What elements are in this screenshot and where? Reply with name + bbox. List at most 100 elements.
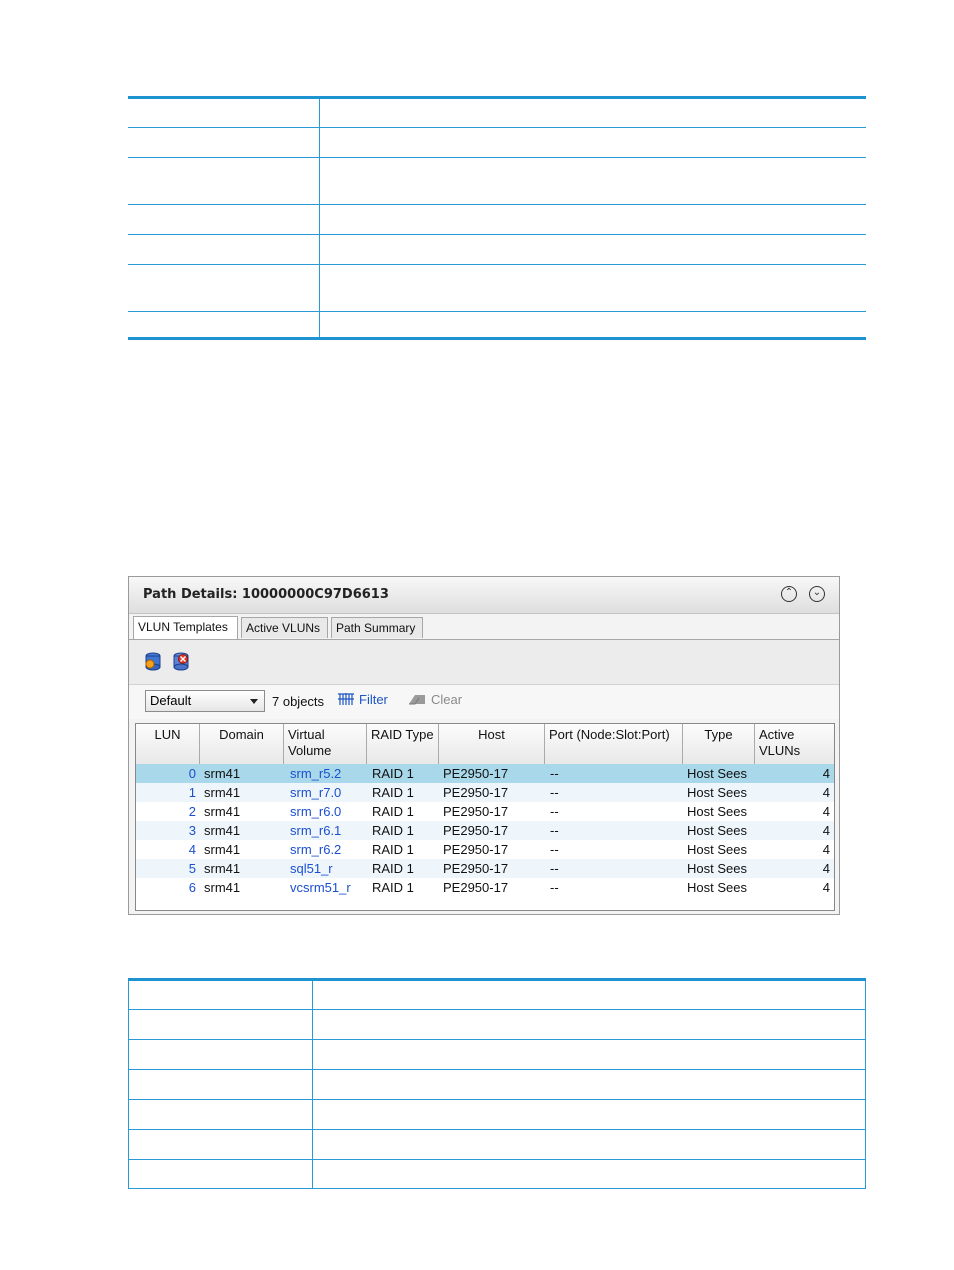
table-row[interactable]: 1 srm41 srm_r7.0 RAID 1 PE2950-17 -- Host Sees… [136, 783, 834, 802]
cell-volume[interactable]: srm_r7.0 [290, 783, 370, 802]
filter-bar: Default 7 objects Filter Clear [129, 685, 839, 719]
cell-domain: srm41 [204, 804, 241, 819]
cell-raid: RAID 1 [372, 823, 414, 838]
cell-domain: srm41 [204, 766, 241, 781]
table-cell [319, 234, 866, 265]
table-cell [128, 234, 320, 265]
table-row[interactable]: 5 srm41 sql51_r RAID 1 PE2950-17 -- Host Sees 4 [136, 859, 834, 878]
filter-button-label: Filter [359, 692, 388, 707]
object-count: 7 objects [272, 694, 325, 709]
cell-lun[interactable]: 5 [136, 859, 196, 878]
cell-lun[interactable]: 1 [136, 783, 196, 802]
column-header-virtual-volume[interactable]: Virtual Volume [284, 724, 367, 764]
table-row[interactable]: 6 srm41 vcsrm51_r RAID 1 PE2950-17 -- Host See… [136, 878, 834, 897]
table-row[interactable]: 2 srm41 srm_r6.0 RAID 1 PE2950-17 -- Host Sees… [136, 802, 834, 821]
table-row[interactable]: 3 srm41 srm_r6.1 RAID 1 PE2950-17 -- Host Sees… [136, 821, 834, 840]
table-row[interactable]: 0 srm41 srm_r5.2 RAID 1 PE2950-17 -- Host Sees… [136, 764, 834, 783]
remove-vlun-icon[interactable] [172, 652, 190, 672]
cell-port: -- [550, 861, 559, 876]
cell-active: 4 [822, 804, 830, 819]
table-cell [319, 157, 866, 205]
cell-active: 4 [822, 785, 830, 800]
column-header-label: Virtual Volume [288, 727, 332, 758]
table-cell [128, 264, 320, 312]
table-cell [128, 1039, 313, 1070]
tab-active-vluns[interactable]: Active VLUNs [241, 617, 328, 638]
cell-host: PE2950-17 [443, 785, 509, 800]
table-cell [128, 127, 320, 158]
tab-vlun-templates[interactable]: VLUN Templates [133, 616, 238, 639]
column-header-label: Active VLUNs [759, 727, 801, 758]
table-cell [312, 1069, 866, 1100]
table-cell [312, 979, 866, 1010]
vlun-templates-grid: LUN Domain Virtual Volume RAID Type Host… [135, 723, 835, 911]
tab-path-summary[interactable]: Path Summary [331, 617, 423, 638]
cell-active: 4 [822, 880, 830, 895]
cell-host: PE2950-17 [443, 880, 509, 895]
cell-domain: srm41 [204, 785, 241, 800]
table-cell [319, 204, 866, 235]
clear-button-label: Clear [431, 692, 463, 707]
chevron-down-icon [250, 699, 258, 704]
table-cell [128, 1159, 313, 1189]
cell-volume[interactable]: srm_r6.1 [290, 821, 370, 840]
create-vlun-icon[interactable] [144, 652, 162, 672]
table-cell [128, 1129, 313, 1160]
column-header-active-vluns[interactable]: Active VLUNs [755, 724, 834, 764]
table-cell [128, 157, 320, 205]
collapse-up-icon[interactable]: ⌃ [781, 586, 797, 602]
table-cell [128, 97, 320, 128]
cell-domain: srm41 [204, 861, 241, 876]
column-header-lun[interactable]: LUN [136, 724, 200, 764]
cell-active: 4 [822, 823, 830, 838]
cell-volume[interactable]: srm_r6.0 [290, 802, 370, 821]
cell-lun[interactable]: 0 [136, 764, 196, 783]
cell-type: Host Sees [687, 766, 747, 781]
cell-raid: RAID 1 [372, 880, 414, 895]
table-cell [128, 1009, 313, 1040]
column-header-type[interactable]: Type [683, 724, 755, 764]
cell-volume[interactable]: vcsrm51_r [290, 878, 370, 897]
path-details-panel: Path Details: 10000000C97D6613 ⌃ ⌄ VLUN … [128, 576, 840, 915]
cell-host: PE2950-17 [443, 842, 509, 857]
table-cell [128, 979, 313, 1010]
cell-type: Host Sees [687, 880, 747, 895]
column-header-raid-type[interactable]: RAID Type [367, 724, 439, 764]
panel-title: Path Details: 10000000C97D6613 [143, 587, 389, 602]
cell-lun[interactable]: 6 [136, 878, 196, 897]
table-cell [312, 1039, 866, 1070]
table-row[interactable]: 4 srm41 srm_r6.2 RAID 1 PE2950-17 -- Host Sees… [136, 840, 834, 859]
column-header-host[interactable]: Host [439, 724, 545, 764]
column-header-domain[interactable]: Domain [200, 724, 284, 764]
table-cell [312, 1159, 866, 1189]
cell-port: -- [550, 823, 559, 838]
table-cell [128, 311, 320, 339]
filter-button[interactable]: Filter [337, 692, 388, 707]
cell-lun[interactable]: 3 [136, 821, 196, 840]
cell-active: 4 [822, 766, 830, 781]
eraser-icon [409, 695, 425, 705]
cell-raid: RAID 1 [372, 861, 414, 876]
clear-button[interactable]: Clear [407, 692, 462, 707]
view-select[interactable]: Default [145, 690, 265, 712]
grid-header: LUN Domain Virtual Volume RAID Type Host… [136, 724, 834, 765]
cell-domain: srm41 [204, 842, 241, 857]
cell-raid: RAID 1 [372, 766, 414, 781]
cell-volume[interactable]: srm_r5.2 [290, 764, 370, 783]
table-cell [319, 127, 866, 158]
cell-raid: RAID 1 [372, 842, 414, 857]
cell-port: -- [550, 766, 559, 781]
doc-table-bottom [128, 978, 866, 1189]
cell-host: PE2950-17 [443, 804, 509, 819]
cell-active: 4 [822, 842, 830, 857]
cell-lun[interactable]: 2 [136, 802, 196, 821]
cell-volume[interactable]: sql51_r [290, 859, 370, 878]
cell-lun[interactable]: 4 [136, 840, 196, 859]
cell-port: -- [550, 880, 559, 895]
expand-down-icon[interactable]: ⌄ [809, 586, 825, 602]
table-cell [319, 264, 866, 312]
cell-volume[interactable]: srm_r6.2 [290, 840, 370, 859]
column-header-port[interactable]: Port (Node:Slot:Port) [545, 724, 683, 764]
cell-host: PE2950-17 [443, 766, 509, 781]
toolbar [129, 640, 839, 685]
